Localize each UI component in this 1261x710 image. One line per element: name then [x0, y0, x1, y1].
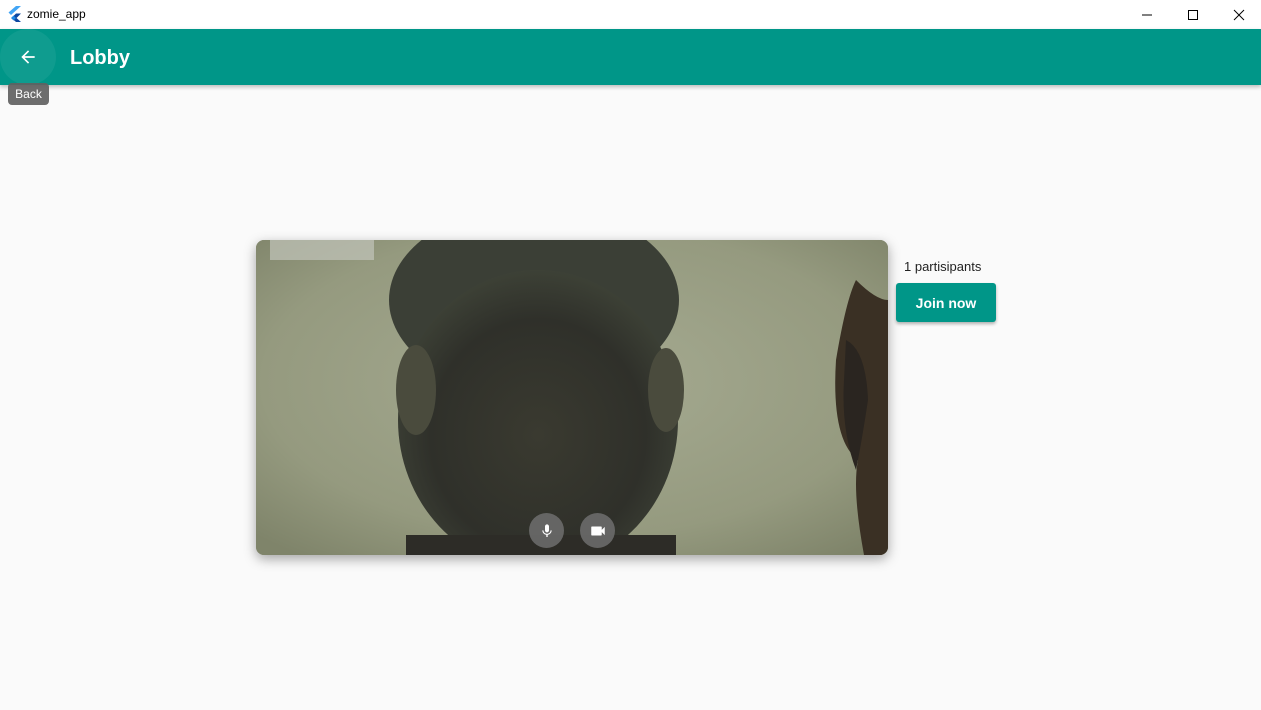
window-titlebar: zomie_app: [0, 0, 1261, 29]
window-title: zomie_app: [27, 7, 86, 21]
page-title: Lobby: [70, 47, 130, 69]
maximize-button[interactable]: [1170, 0, 1216, 29]
join-now-button[interactable]: Join now: [896, 283, 996, 322]
arrow-back-icon: [21, 50, 35, 64]
mic-icon: [541, 523, 552, 537]
mic-toggle-button[interactable]: [529, 513, 564, 548]
close-button[interactable]: [1216, 0, 1261, 29]
close-icon: [1233, 9, 1245, 20]
app-bar: Lobby: [0, 29, 1261, 85]
maximize-icon: [1188, 9, 1198, 20]
back-button[interactable]: [0, 29, 56, 85]
camera-preview: [256, 240, 888, 555]
minimize-button[interactable]: [1124, 0, 1170, 29]
camera-feed-image: [256, 240, 888, 555]
camera-toggle-button[interactable]: [580, 513, 615, 548]
videocam-icon: [590, 526, 605, 535]
participant-count: 1 partisipants: [904, 259, 982, 274]
flutter-logo-icon: [8, 6, 21, 22]
minimize-icon: [1142, 14, 1152, 15]
back-tooltip: Back: [8, 83, 49, 105]
